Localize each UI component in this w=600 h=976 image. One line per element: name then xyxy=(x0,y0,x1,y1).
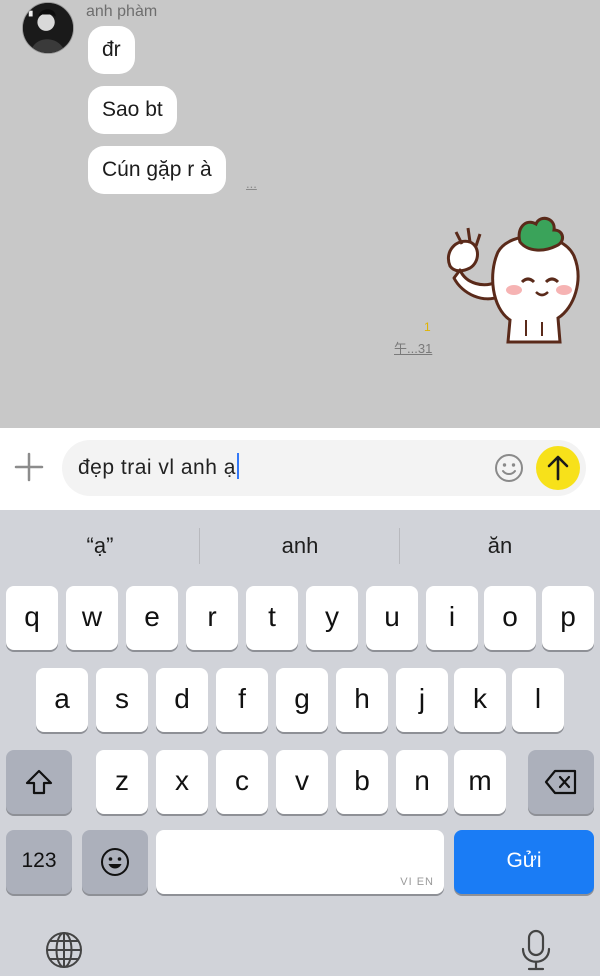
avatar[interactable] xyxy=(22,2,74,54)
backspace-key[interactable] xyxy=(528,750,594,814)
key-z[interactable]: z xyxy=(96,750,148,814)
message-timestamp: ... xyxy=(246,176,257,191)
chat-area: anh phàm đr Sao bt Cún gặp r à ... 1 午..… xyxy=(0,0,600,428)
emoji-icon xyxy=(101,848,129,876)
message-bubble[interactable]: đr xyxy=(88,26,135,74)
language-label: VI EN xyxy=(400,876,434,888)
shift-key[interactable] xyxy=(6,750,72,814)
key-b[interactable]: b xyxy=(336,750,388,814)
space-key[interactable]: VI EN xyxy=(156,830,444,894)
key-w[interactable]: w xyxy=(66,586,118,650)
arrow-up-icon xyxy=(547,455,569,481)
key-s[interactable]: s xyxy=(96,668,148,732)
key-g[interactable]: g xyxy=(276,668,328,732)
key-m[interactable]: m xyxy=(454,750,506,814)
emoji-keyboard-key[interactable] xyxy=(82,830,148,894)
key-x[interactable]: x xyxy=(156,750,208,814)
key-k[interactable]: k xyxy=(454,668,506,732)
key-l[interactable]: l xyxy=(512,668,564,732)
key-d[interactable]: d xyxy=(156,668,208,732)
key-q[interactable]: q xyxy=(6,586,58,650)
text-caret xyxy=(236,453,239,479)
message-input[interactable]: đẹp trai vl anh ạ xyxy=(62,440,586,496)
send-button[interactable] xyxy=(536,446,580,490)
microphone-icon[interactable] xyxy=(516,928,556,976)
key-u[interactable]: u xyxy=(366,586,418,650)
key-y[interactable]: y xyxy=(306,586,358,650)
key-a[interactable]: a xyxy=(36,668,88,732)
suggestion-item[interactable]: anh xyxy=(200,510,400,582)
sender-name: anh phàm xyxy=(86,3,158,20)
message-timestamp: 午...31 xyxy=(394,341,433,356)
key-t[interactable]: t xyxy=(246,586,298,650)
suggestion-item[interactable]: ăn xyxy=(400,510,600,582)
key-h[interactable]: h xyxy=(336,668,388,732)
key-c[interactable]: c xyxy=(216,750,268,814)
key-j[interactable]: j xyxy=(396,668,448,732)
message-input-bar: đẹp trai vl anh ạ xyxy=(0,428,600,510)
key-i[interactable]: i xyxy=(426,586,478,650)
keyboard: “ạ” anh ăn q w e r t y u i o p a s d f g… xyxy=(0,510,600,976)
plus-icon[interactable] xyxy=(12,450,46,484)
key-o[interactable]: o xyxy=(484,586,536,650)
sticker-radish-ok[interactable] xyxy=(440,212,590,352)
suggestion-bar: “ạ” anh ăn xyxy=(0,510,600,582)
suggestion-item[interactable]: “ạ” xyxy=(0,510,200,582)
key-n[interactable]: n xyxy=(396,750,448,814)
message-input-text: đẹp trai vl anh ạ xyxy=(78,456,236,479)
message-bubble[interactable]: Sao bt xyxy=(88,86,177,134)
key-v[interactable]: v xyxy=(276,750,328,814)
key-p[interactable]: p xyxy=(542,586,594,650)
numbers-key[interactable]: 123 xyxy=(6,830,72,894)
backspace-icon xyxy=(544,769,577,795)
globe-icon[interactable] xyxy=(44,930,84,975)
key-e[interactable]: e xyxy=(126,586,178,650)
message-bubble[interactable]: Cún gặp r à xyxy=(88,146,226,194)
key-r[interactable]: r xyxy=(186,586,238,650)
read-count-badge: 1 xyxy=(424,320,431,334)
key-f[interactable]: f xyxy=(216,668,268,732)
emoji-icon[interactable] xyxy=(494,453,524,483)
send-key[interactable]: Gửi xyxy=(454,830,594,894)
shift-icon xyxy=(25,769,53,795)
